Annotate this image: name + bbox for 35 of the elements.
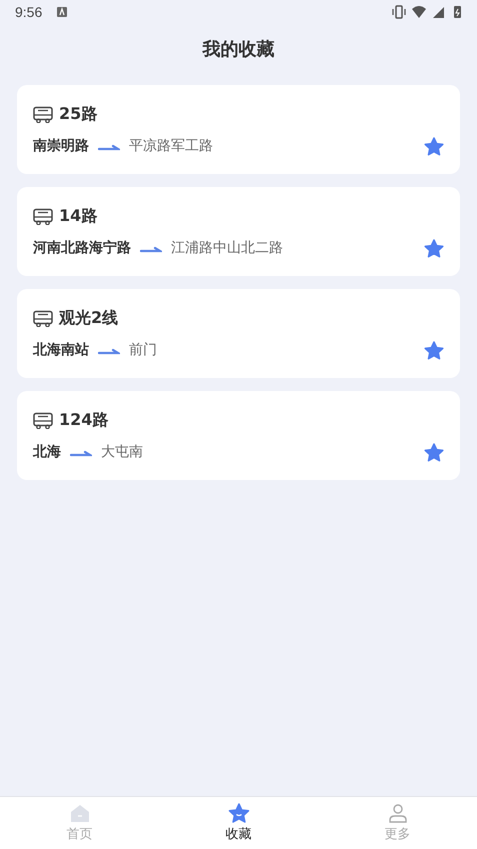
route-name: 124路 (59, 410, 108, 430)
route-card[interactable]: 25路 南崇明路 平凉路军工路 (17, 85, 460, 174)
route-card[interactable]: 124路 北海 大屯南 (17, 391, 460, 480)
origin-stop: 北海 (33, 443, 61, 461)
battery-icon (451, 5, 463, 19)
destination-stop: 前门 (129, 341, 157, 359)
route-card[interactable]: 观光2线 北海南站 前门 (17, 289, 460, 378)
page-title: 我的收藏 (201, 38, 276, 62)
tab-item[interactable]: 收藏 (159, 797, 318, 849)
star-icon[interactable] (424, 340, 444, 360)
bus-icon (33, 310, 53, 326)
route-name: 25路 (59, 104, 98, 124)
vibrate-icon (391, 5, 407, 19)
home-icon (68, 803, 90, 823)
keyboard-icon (56, 6, 68, 18)
destination-stop: 江浦路中山北二路 (171, 239, 283, 257)
origin-stop: 南崇明路 (33, 137, 89, 155)
signal-icon (431, 5, 447, 19)
origin-stop: 河南北路海宁路 (33, 239, 131, 257)
star-icon (228, 803, 250, 823)
origin-stop: 北海南站 (33, 341, 89, 359)
person-icon (386, 803, 408, 823)
wifi-icon (411, 5, 427, 19)
bus-icon (33, 106, 53, 122)
status-time: 9:56 (15, 4, 42, 20)
route-card[interactable]: 14路 河南北路海宁路 江浦路中山北二路 (17, 187, 460, 276)
route-name: 观光2线 (59, 308, 118, 328)
bus-icon (33, 208, 53, 224)
bus-icon (33, 412, 53, 428)
star-icon[interactable] (424, 442, 444, 462)
star-icon[interactable] (424, 238, 444, 258)
destination-stop: 大屯南 (101, 443, 143, 461)
star-icon[interactable] (424, 136, 444, 156)
route-name: 14路 (59, 206, 98, 226)
destination-stop: 平凉路军工路 (129, 137, 213, 155)
